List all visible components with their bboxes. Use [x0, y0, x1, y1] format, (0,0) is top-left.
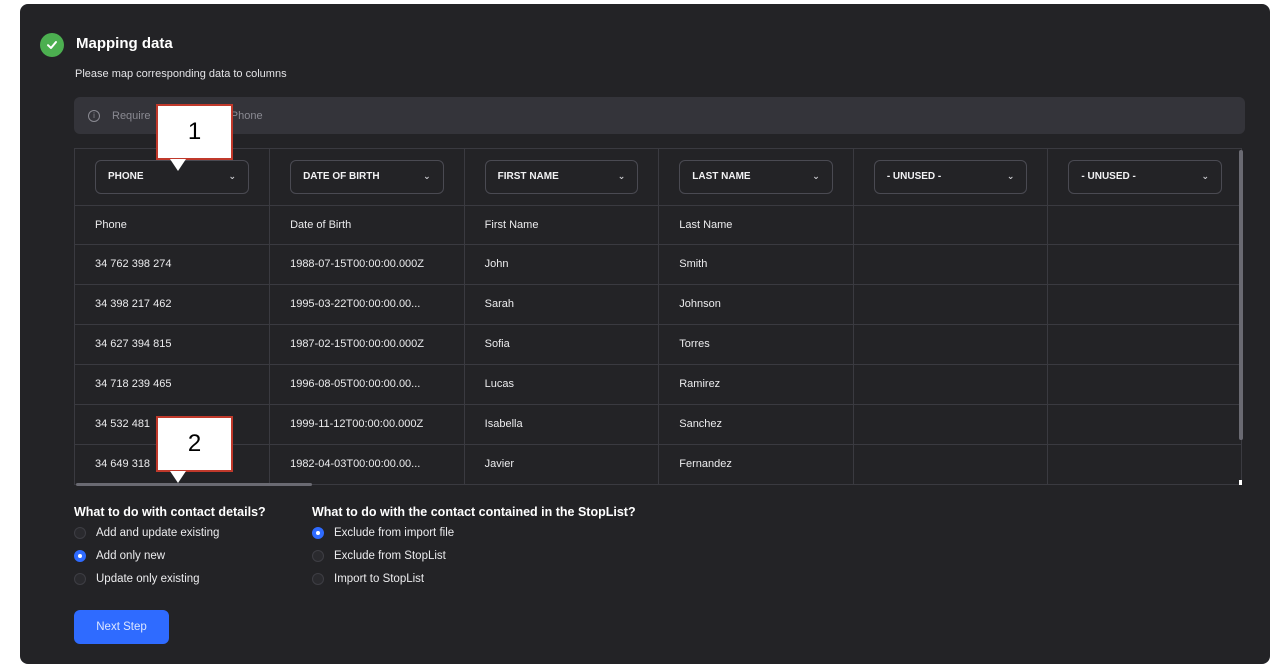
- table-cell: Sofia: [464, 324, 660, 365]
- table-cell: [1047, 404, 1241, 445]
- radio-button-selected[interactable]: [74, 550, 86, 562]
- table-cell: John: [464, 244, 660, 285]
- table-cell: [1047, 284, 1241, 325]
- chevron-down-icon: ⌄: [423, 171, 431, 182]
- contact-details-title: What to do with contact details?: [74, 505, 266, 519]
- table-cell: Lucas: [464, 364, 660, 405]
- table-row: 34 627 394 815 1987-02-15T00:00:00.000Z …: [75, 324, 1241, 365]
- column-header: [1047, 205, 1241, 245]
- table-cell: Sanchez: [658, 404, 854, 445]
- table-cell: [1047, 324, 1241, 365]
- table-cell: Sarah: [464, 284, 660, 325]
- table-cell: [853, 364, 1049, 405]
- notice-text-start: Require: [112, 109, 151, 122]
- table-cell: Smith: [658, 244, 854, 285]
- table-cell: [1047, 444, 1241, 485]
- scroll-corner: [1239, 480, 1242, 485]
- table-cell: Javier: [464, 444, 660, 485]
- column-select-date-of-birth[interactable]: DATE OF BIRTH ⌄: [290, 159, 444, 194]
- table-row: 34 532 481 1999-11-12T00:00:00.000Z Isab…: [75, 404, 1241, 445]
- column-select-first-name[interactable]: FIRST NAME ⌄: [484, 159, 639, 194]
- radio-exclude-from-import[interactable]: Exclude from import file: [312, 527, 454, 539]
- table-cell: [853, 324, 1049, 365]
- callout-pointer: [170, 471, 186, 483]
- column-header: Phone: [75, 205, 271, 245]
- column-select-last-name[interactable]: LAST NAME ⌄: [679, 159, 833, 194]
- next-step-button[interactable]: Next Step: [74, 610, 169, 644]
- mapping-table: PHONE ⌄ DATE OF BIRTH ⌄ FIRST NAME ⌄ LAST N…: [74, 148, 1242, 485]
- table-cell: 1987-02-15T00:00:00.000Z: [269, 324, 465, 365]
- table-cell: 1996-08-05T00:00:00.00...: [269, 364, 465, 405]
- callout-1: 1: [156, 104, 233, 171]
- table-row: 34 718 239 465 1996-08-05T00:00:00.00...…: [75, 364, 1241, 405]
- radio-button[interactable]: [74, 573, 86, 585]
- table-cell: 1995-03-22T00:00:00.00...: [269, 284, 465, 325]
- required-fields-notice: i Require o: Phone: [74, 97, 1245, 134]
- table-cell: [1047, 364, 1241, 405]
- table-cell: 1982-04-03T00:00:00.00...: [269, 444, 465, 485]
- table-cell: 1999-11-12T00:00:00.000Z: [269, 404, 465, 445]
- column-select-unused-2[interactable]: - UNUSED - ⌄: [1068, 159, 1222, 194]
- table-cell: Ramirez: [658, 364, 854, 405]
- column-header: First Name: [464, 205, 660, 245]
- table-cell: [1047, 244, 1241, 285]
- info-icon: i: [88, 109, 100, 122]
- chevron-down-icon: ⌄: [228, 171, 237, 182]
- column-select-unused-1[interactable]: - UNUSED - ⌄: [873, 159, 1028, 194]
- table-row: 34 398 217 462 1995-03-22T00:00:00.00...…: [75, 284, 1241, 325]
- horizontal-scrollbar[interactable]: [76, 483, 312, 486]
- table-header-row: Phone Date of Birth First Name Last Name: [75, 205, 1241, 245]
- check-circle-icon: [40, 33, 64, 57]
- callout-pointer: [170, 159, 186, 171]
- column-header: [853, 205, 1049, 245]
- radio-import-to-stoplist[interactable]: Import to StopList: [312, 573, 424, 585]
- chevron-down-icon: ⌄: [1006, 171, 1015, 182]
- radio-add-and-update[interactable]: Add and update existing: [74, 527, 219, 539]
- column-select-row: PHONE ⌄ DATE OF BIRTH ⌄ FIRST NAME ⌄ LAST N…: [75, 149, 1241, 206]
- radio-update-only-existing[interactable]: Update only existing: [74, 573, 200, 585]
- mapping-panel: Mapping data Please map corresponding da…: [20, 4, 1270, 664]
- table-cell: Johnson: [658, 284, 854, 325]
- column-header: Date of Birth: [269, 205, 465, 245]
- table-cell: 34 398 217 462: [75, 284, 271, 325]
- radio-button[interactable]: [74, 527, 86, 539]
- chevron-down-icon: ⌄: [812, 171, 820, 182]
- vertical-scrollbar[interactable]: [1239, 150, 1243, 440]
- table-cell: Fernandez: [658, 444, 854, 485]
- stoplist-title: What to do with the contact contained in…: [312, 505, 636, 519]
- radio-add-only-new[interactable]: Add only new: [74, 550, 165, 562]
- radio-button-selected[interactable]: [312, 527, 324, 539]
- table-cell: Torres: [658, 324, 854, 365]
- callout-2: 2: [156, 416, 233, 483]
- table-cell: 34 762 398 274: [75, 244, 271, 285]
- table-cell: [853, 444, 1049, 485]
- table-cell: [853, 244, 1049, 285]
- column-header: Last Name: [658, 205, 854, 245]
- radio-button[interactable]: [312, 550, 324, 562]
- chevron-down-icon: ⌄: [1201, 171, 1209, 182]
- table-row: 34 649 318 1982-04-03T00:00:00.00... Jav…: [75, 444, 1241, 485]
- table-cell: 1988-07-15T00:00:00.000Z: [269, 244, 465, 285]
- page-title: Mapping data: [76, 35, 173, 52]
- table-cell: 34 718 239 465: [75, 364, 271, 405]
- table-cell: [853, 284, 1049, 325]
- table-cell: Isabella: [464, 404, 660, 445]
- chevron-down-icon: ⌄: [617, 171, 626, 182]
- table-cell: [853, 404, 1049, 445]
- page-subtitle: Please map corresponding data to columns: [75, 68, 287, 80]
- radio-button[interactable]: [312, 573, 324, 585]
- table-cell: 34 627 394 815: [75, 324, 271, 365]
- radio-exclude-from-stoplist[interactable]: Exclude from StopList: [312, 550, 446, 562]
- table-row: 34 762 398 274 1988-07-15T00:00:00.000Z …: [75, 244, 1241, 285]
